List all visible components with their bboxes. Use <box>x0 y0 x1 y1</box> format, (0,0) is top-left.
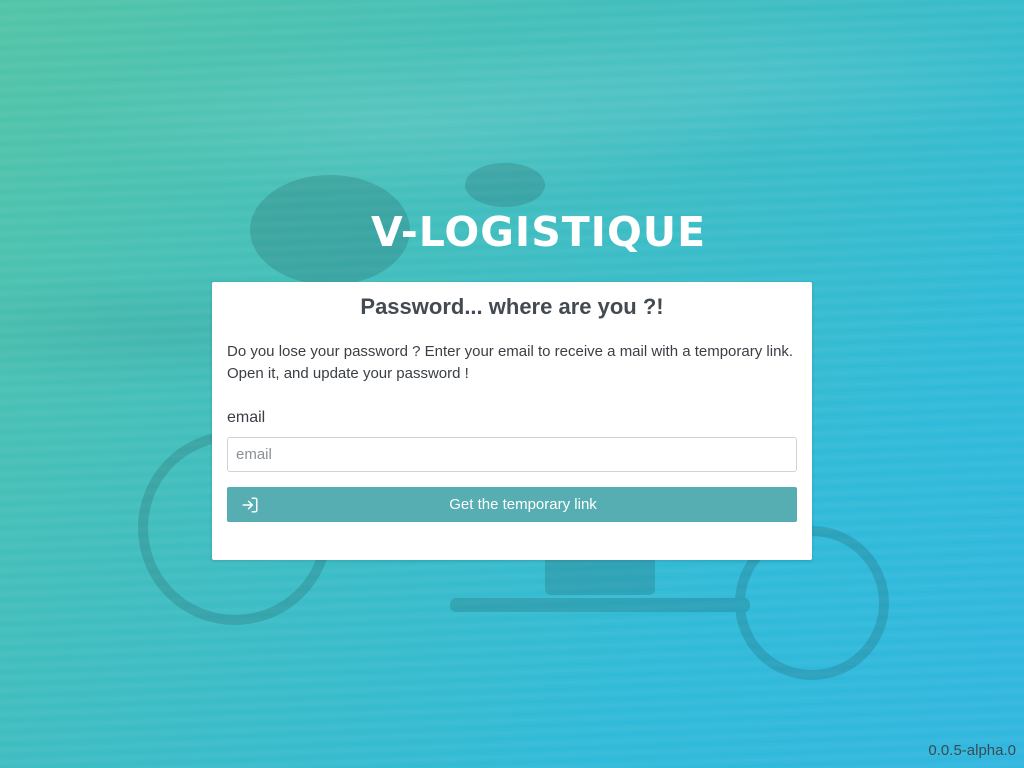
card-description: Do you lose your password ? Enter your e… <box>227 343 794 382</box>
login-arrow-icon <box>242 497 258 513</box>
card-title: Password... where are you ?! <box>360 294 664 319</box>
v-logistique-logo: V-LOGISTIQUE <box>371 208 707 256</box>
email-label: email <box>227 409 266 426</box>
get-temporary-link-label: Get the temporary link <box>449 496 597 513</box>
email-input[interactable] <box>227 437 797 472</box>
password-reset-card: Password... where are you ?! Do you lose… <box>212 282 812 560</box>
version-label: 0.0.5-alpha.0 <box>928 742 1016 759</box>
get-temporary-link-button[interactable]: Get the temporary link <box>227 487 797 522</box>
